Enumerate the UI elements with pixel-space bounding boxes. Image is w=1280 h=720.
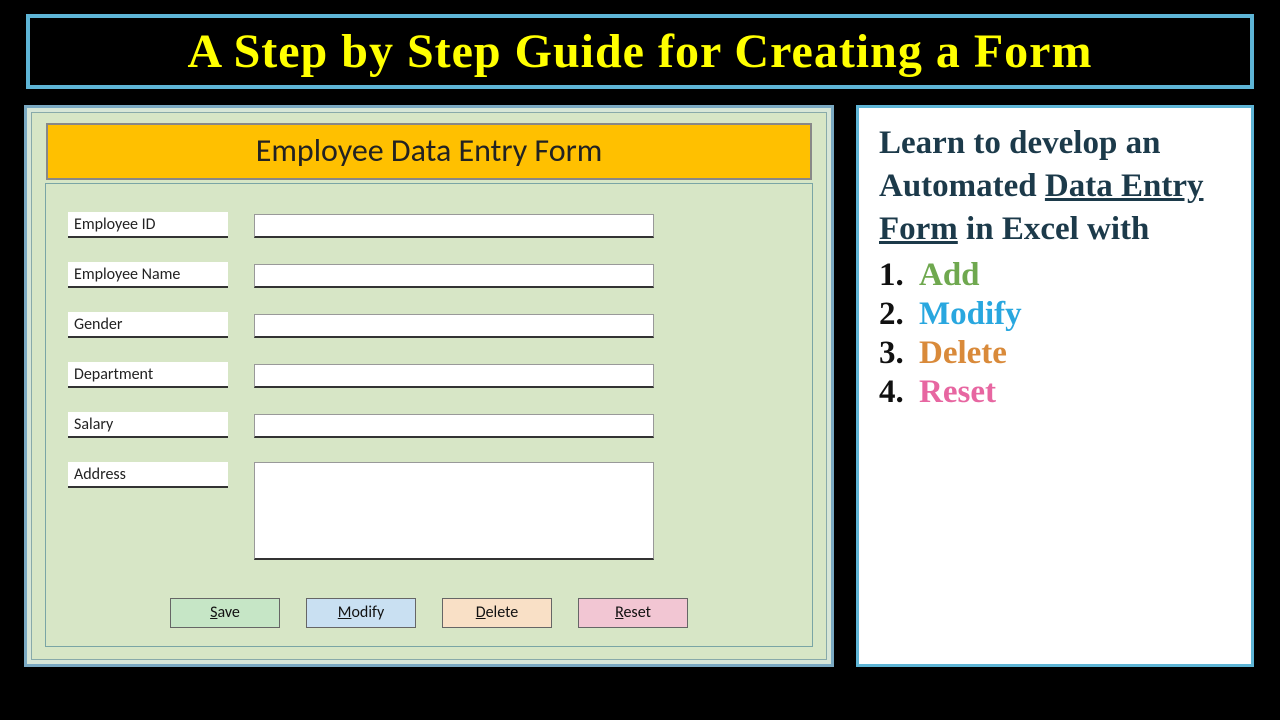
button-row: Save Modify Delete Reset [46,598,812,628]
label-address: Address [68,462,228,488]
info-item-reset: 4. Reset [879,374,1233,411]
info-num-3: 3. [879,335,909,372]
reset-button-rest: eset [623,603,650,622]
input-gender[interactable] [254,314,654,338]
info-item-delete: 3. Delete [879,335,1233,372]
info-item-add: 1. Add [879,257,1233,294]
input-employee-name[interactable] [254,264,654,288]
delete-button-rest: elete [486,603,519,622]
info-text-reset: Reset [919,374,996,411]
label-gender: Gender [68,312,228,338]
form-surface: Employee Data Entry Form Employee ID Emp… [31,112,827,660]
label-salary: Salary [68,412,228,438]
info-lead: Learn to develop an Automated Data Entry… [879,122,1233,251]
info-item-modify: 2. Modify [879,296,1233,333]
field-row-employee-name: Employee Name [68,262,654,288]
save-button[interactable]: Save [170,598,280,628]
title-bar: A Step by Step Guide for Creating a Form [26,14,1254,89]
info-num-4: 4. [879,374,909,411]
info-text-modify: Modify [919,296,1022,333]
field-row-department: Department [68,362,654,388]
info-lead-post: in Excel with [958,211,1150,247]
info-num-1: 1. [879,257,909,294]
input-salary[interactable] [254,414,654,438]
input-employee-id[interactable] [254,214,654,238]
field-row-employee-id: Employee ID [68,212,654,238]
field-row-gender: Gender [68,312,654,338]
field-row-address: Address [68,462,654,488]
info-panel: Learn to develop an Automated Data Entry… [856,105,1254,667]
modify-button-rest: odify [351,603,384,622]
info-text-add: Add [919,257,980,294]
info-list: 1. Add 2. Modify 3. Delete 4. Reset [879,257,1233,411]
label-department: Department [68,362,228,388]
label-employee-name: Employee Name [68,262,228,288]
form-header: Employee Data Entry Form [46,123,812,180]
reset-button[interactable]: Reset [578,598,688,628]
page-title: A Step by Step Guide for Creating a Form [40,24,1240,79]
modify-button[interactable]: Modify [306,598,416,628]
info-text-delete: Delete [919,335,1007,372]
form-panel: Employee Data Entry Form Employee ID Emp… [24,105,834,667]
form-frame: Employee ID Employee Name Gender Departm… [45,183,813,647]
input-address[interactable] [254,462,654,560]
delete-button[interactable]: Delete [442,598,552,628]
content-row: Employee Data Entry Form Employee ID Emp… [18,105,1262,667]
info-num-2: 2. [879,296,909,333]
save-button-rest: ave [217,603,239,622]
input-department[interactable] [254,364,654,388]
label-employee-id: Employee ID [68,212,228,238]
field-row-salary: Salary [68,412,654,438]
